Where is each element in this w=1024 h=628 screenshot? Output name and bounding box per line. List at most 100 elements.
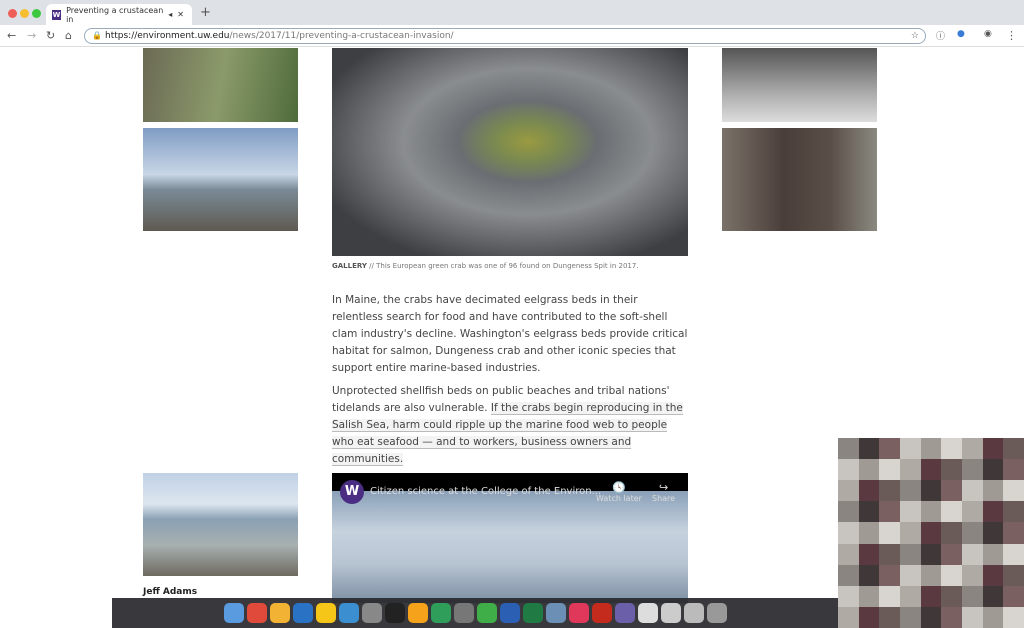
webcam-pixel [858,522,880,544]
webcam-pixel [879,606,900,628]
dock-app-icon[interactable] [499,603,520,623]
photo-officers[interactable] [722,128,877,231]
webcam-pixel [899,522,921,544]
youtube-video[interactable]: W Citizen science at the College of the … [332,473,688,603]
url-path: /news/2017/11/preventing-a-crustacean-in… [229,31,454,41]
reload-button[interactable]: ↻ [46,29,55,42]
bookmark-star-icon[interactable]: ☆ [911,29,919,43]
watch-later-button[interactable]: 🕓 Watch later [596,481,642,503]
video-title[interactable]: Citizen science at the College of the En… [370,486,601,497]
tab-active[interactable]: W Preventing a crustacean in ◂ ✕ [46,4,192,25]
webcam-pixel [961,564,983,586]
photo-crab-in-glove[interactable] [332,48,688,256]
webcam-pixel [879,480,900,502]
dock-app-icon[interactable] [614,603,635,623]
dock-app-icon[interactable] [706,603,727,623]
webcam-pixel [961,522,983,544]
webcam-pixel [941,543,962,565]
dock-app-icon[interactable] [476,603,497,623]
dock-app-icon[interactable] [637,603,658,623]
webcam-pixel [982,501,1004,523]
extension-icon-2[interactable]: ● [957,29,965,39]
dock-app-icon[interactable] [269,603,290,623]
extension-icon[interactable]: ⓘ [936,29,945,42]
webcam-pixel [879,543,900,565]
webcam-pixel [941,459,962,481]
webcam-pixel [941,522,962,544]
share-button[interactable]: ↪ Share [652,481,675,503]
dock-app-icon[interactable] [338,603,359,623]
dock-app-icon[interactable] [292,603,313,623]
webcam-pixel [858,480,880,502]
webcam-pixel [961,585,983,607]
photo-jeff-adams[interactable] [143,473,298,576]
webcam-pixel [838,522,859,544]
photo-crab-trap[interactable] [722,48,877,122]
paragraph-1: In Maine, the crabs have decimated eelgr… [332,294,688,374]
webcam-pixel [941,585,962,607]
webcam-pixel [1003,459,1024,481]
photo-beach-vehicle[interactable] [143,128,298,231]
webcam-pixel [920,438,942,460]
back-button[interactable]: ← [7,29,16,42]
forward-button[interactable]: → [27,29,36,42]
webcam-pixel [838,501,859,523]
dock-app-icon[interactable] [591,603,612,623]
uw-favicon-icon: W [52,9,62,20]
maximize-window-button[interactable] [32,9,41,18]
home-button[interactable]: ⌂ [65,29,72,42]
webcam-pixel [879,585,900,607]
dock-app-icon[interactable] [522,603,543,623]
profile-avatar[interactable]: ◉ [984,29,992,39]
new-tab-button[interactable]: + [200,5,211,20]
webcam-pixel [961,480,983,502]
share-icon: ↪ [658,481,669,494]
webcam-pixel [879,501,900,523]
minimize-window-button[interactable] [20,9,29,18]
webcam-pixel [899,564,921,586]
close-window-button[interactable] [8,9,17,18]
dock-app-icon[interactable] [246,603,267,623]
close-tab-icon[interactable]: ✕ [177,10,184,19]
tab-bar: W Preventing a crustacean in ◂ ✕ + [0,0,1024,25]
dock-app-icon[interactable] [568,603,589,623]
webcam-pixel [941,606,962,628]
dock-app-icon[interactable] [430,603,451,623]
webcam-pixel [858,585,880,607]
dock-app-icon[interactable] [683,603,704,623]
webcam-pixel [858,438,880,460]
webcam-pixel [899,480,921,502]
webcam-pixel [982,438,1004,460]
url-bar[interactable]: 🔒 https://environment.uw.edu/news/2017/1… [84,28,926,44]
webcam-pixel [920,564,942,586]
photo-shore-worker[interactable] [143,48,298,122]
webcam-pixel [858,606,880,628]
audio-icon[interactable]: ◂ [168,10,172,19]
url-host: https://environment.uw.edu [105,31,230,41]
webcam-pixel [1003,480,1024,502]
dock-app-icon[interactable] [407,603,428,623]
webcam-pixel [961,543,983,565]
webcam-pixel [982,585,1004,607]
webcam-pixel [920,480,942,502]
webcam-pixel [838,438,859,460]
dock-app-icon[interactable] [453,603,474,623]
webcam-pixel [858,501,880,523]
menu-icon[interactable]: ⋮ [1006,29,1017,42]
webcam-pixel [961,438,983,460]
address-toolbar: ← → ↻ ⌂ 🔒 https://environment.uw.edu/new… [0,25,1024,47]
webcam-pixel [858,543,880,565]
dock-app-icon[interactable] [223,603,244,623]
dock-app-icon[interactable] [660,603,681,623]
dock-app-icon[interactable] [545,603,566,623]
webcam-pixel [899,606,921,628]
dock-app-icon[interactable] [384,603,405,623]
webcam-pixel [1003,606,1024,628]
dock-app-icon[interactable] [315,603,336,623]
webcam-pixel [879,459,900,481]
clock-icon: 🕓 [612,481,626,494]
webcam-pixel [961,606,983,628]
dock-app-icon[interactable] [361,603,382,623]
channel-logo[interactable]: W [340,480,364,504]
webcam-pixel [838,543,859,565]
